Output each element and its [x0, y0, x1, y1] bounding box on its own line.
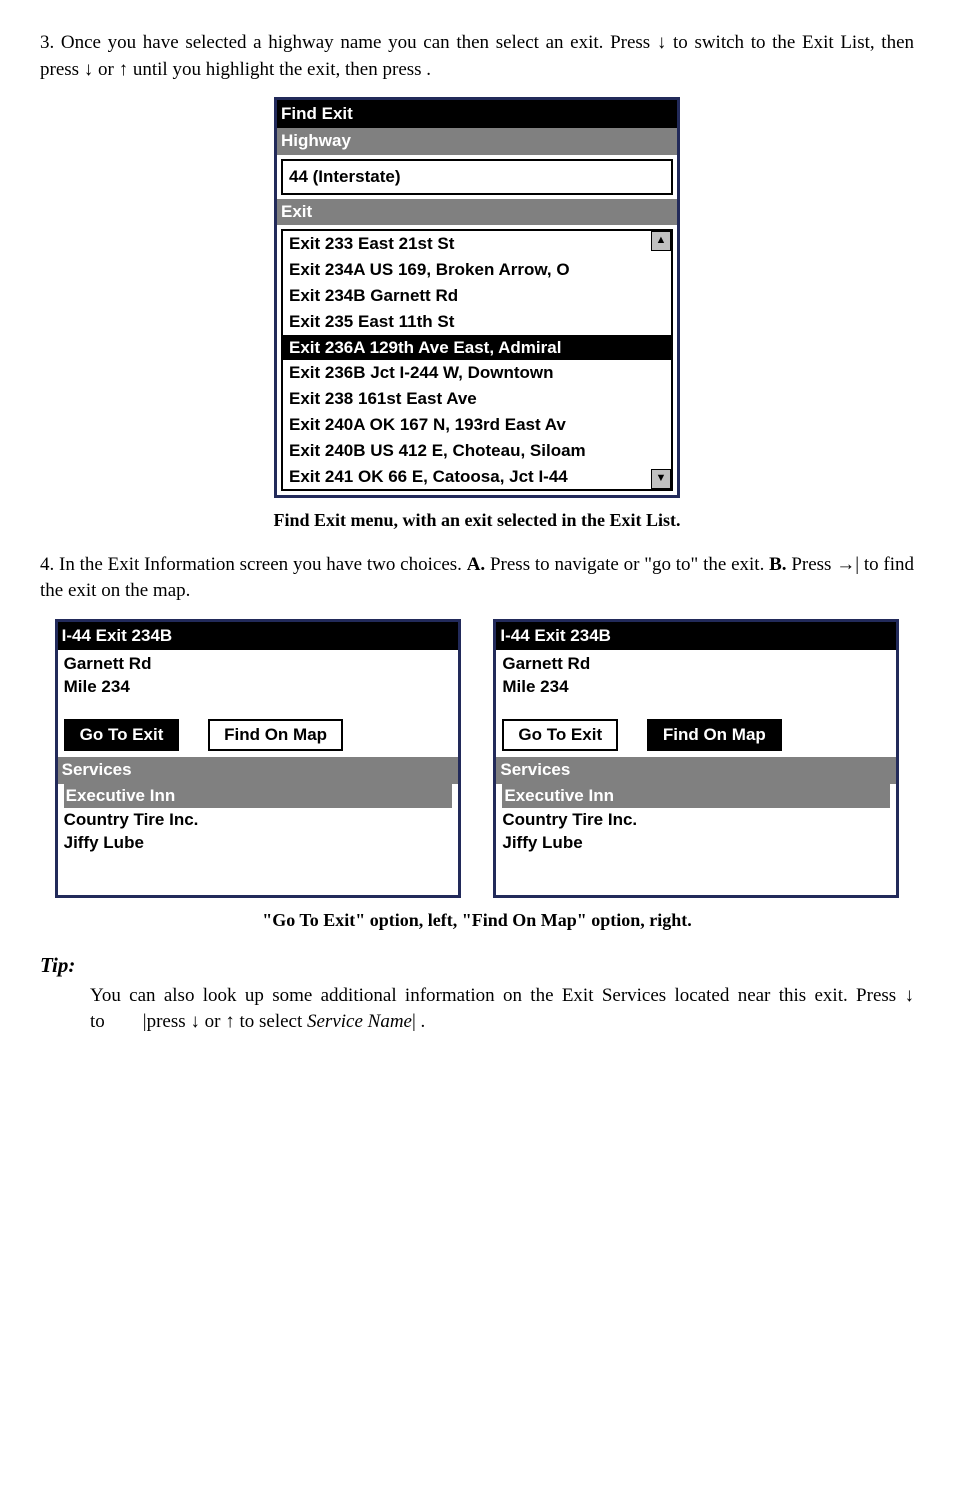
find-exit-dialog: Find Exit Highway 44 (Interstate) Exit ▲…	[274, 97, 680, 498]
exit-list-item[interactable]: Exit 236B Jct I-244 W, Downtown	[283, 360, 671, 386]
service-item[interactable]: Jiffy Lube	[502, 831, 890, 855]
services-label: Services	[496, 757, 896, 784]
tip-body: You can also look up some additional inf…	[90, 983, 914, 1036]
exit-list-item-selected[interactable]: Exit 236A 129th Ave East, Admiral	[283, 335, 671, 361]
exit-list-item[interactable]: Exit 235 East 11th St	[283, 309, 671, 335]
service-item[interactable]: Jiffy Lube	[64, 831, 452, 855]
exit-list-item[interactable]: Exit 234B Garnett Rd	[283, 283, 671, 309]
exit-info-dialog-right: I-44 Exit 234B Garnett Rd Mile 234 Go To…	[493, 619, 899, 898]
caption-find-exit: Find Exit menu, with an exit selected in…	[40, 508, 914, 533]
exit-list-item[interactable]: Exit 240B US 412 E, Choteau, Siloam	[283, 438, 671, 464]
tip-label: Tip:	[40, 951, 914, 980]
find-on-map-button[interactable]: Find On Map	[647, 719, 782, 751]
exit-list[interactable]: ▲ Exit 233 East 21st St Exit 234A US 169…	[281, 229, 673, 491]
service-header[interactable]: Executive Inn	[64, 784, 452, 808]
dialog-title: Find Exit	[277, 100, 677, 128]
highway-field[interactable]: 44 (Interstate)	[281, 159, 673, 195]
exit-list-item[interactable]: Exit 234A US 169, Broken Arrow, O	[283, 257, 671, 283]
step3-text: 3. Once you have selected a highway name…	[40, 30, 914, 83]
find-on-map-button[interactable]: Find On Map	[208, 719, 343, 751]
exit-road: Garnett Rd	[64, 652, 452, 676]
dialog-title: I-44 Exit 234B	[496, 622, 896, 650]
highway-label: Highway	[277, 128, 677, 155]
go-to-exit-button[interactable]: Go To Exit	[502, 719, 618, 751]
scroll-down-icon[interactable]: ▼	[651, 469, 671, 489]
go-to-exit-button[interactable]: Go To Exit	[64, 719, 180, 751]
exit-list-item[interactable]: Exit 241 OK 66 E, Catoosa, Jct I-44	[283, 464, 671, 490]
service-item[interactable]: Country Tire Inc.	[502, 808, 890, 832]
exit-list-item[interactable]: Exit 240A OK 167 N, 193rd East Av	[283, 412, 671, 438]
scroll-up-icon[interactable]: ▲	[651, 231, 671, 251]
caption-exit-info: "Go To Exit" option, left, "Find On Map"…	[40, 908, 914, 933]
service-item[interactable]: Country Tire Inc.	[64, 808, 452, 832]
service-header[interactable]: Executive Inn	[502, 784, 890, 808]
exit-label: Exit	[277, 199, 677, 226]
services-label: Services	[58, 757, 458, 784]
exit-mile: Mile 234	[64, 675, 452, 699]
exit-info-dialog-left: I-44 Exit 234B Garnett Rd Mile 234 Go To…	[55, 619, 461, 898]
exit-list-item[interactable]: Exit 238 161st East Ave	[283, 386, 671, 412]
exit-list-item[interactable]: Exit 233 East 21st St	[283, 231, 671, 257]
exit-road: Garnett Rd	[502, 652, 890, 676]
step4-text: 4. In the Exit Information screen you ha…	[40, 552, 914, 605]
exit-mile: Mile 234	[502, 675, 890, 699]
dialog-title: I-44 Exit 234B	[58, 622, 458, 650]
